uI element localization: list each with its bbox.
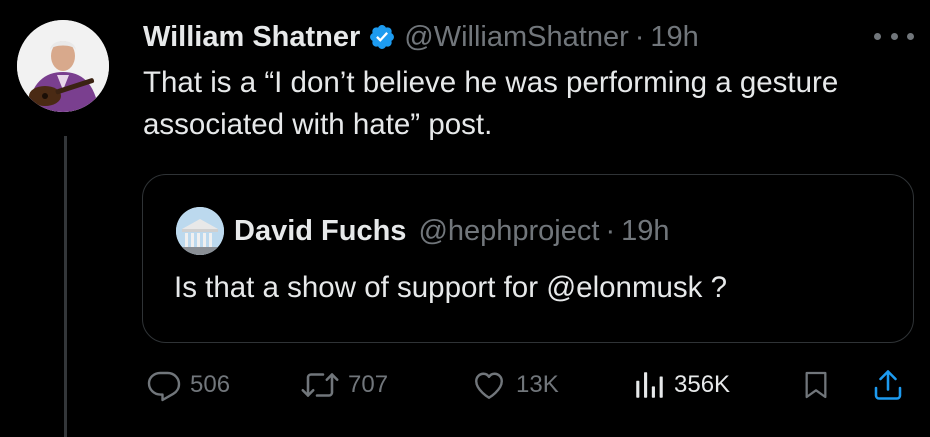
quoted-author-avatar	[176, 207, 224, 255]
bookmark-icon	[800, 367, 832, 403]
more-icon[interactable]	[874, 28, 914, 44]
quoted-tweet-time[interactable]: 19h	[621, 215, 669, 248]
share-icon	[870, 367, 906, 403]
tweet: William Shatner @WilliamShatner · 19h Th…	[0, 0, 930, 437]
reply-button[interactable]: 506	[146, 360, 230, 410]
avatar-image	[17, 20, 109, 112]
repost-icon	[300, 367, 340, 403]
quoted-author-display-name[interactable]: David Fuchs	[234, 215, 406, 248]
tweet-header: William Shatner @WilliamShatner · 19h	[143, 16, 699, 58]
quoted-tweet-header: David Fuchs @hephproject · 19h	[234, 209, 670, 253]
like-button[interactable]: 13K	[470, 360, 559, 410]
author-handle[interactable]: @WilliamShatner	[404, 21, 628, 54]
verified-badge-icon	[368, 23, 396, 51]
separator-dot: ·	[605, 214, 616, 247]
author-display-name[interactable]: William Shatner	[143, 21, 360, 54]
like-count: 13K	[516, 371, 559, 398]
quoted-tweet[interactable]: David Fuchs @hephproject · 19h Is that a…	[142, 174, 914, 343]
repost-count: 707	[348, 371, 389, 398]
views-count: 356K	[674, 371, 731, 398]
tweet-text: That is a “I don’t believe he was perfor…	[143, 66, 839, 141]
more-dot	[907, 32, 914, 40]
reply-count: 506	[190, 371, 231, 398]
author-avatar[interactable]	[17, 20, 109, 112]
more-dot	[890, 32, 898, 40]
quoted-avatar-image	[176, 207, 224, 255]
more-dot	[874, 32, 881, 40]
repost-button[interactable]: 707	[300, 360, 388, 410]
action-bar: 506 707 13K 356K	[0, 360, 930, 410]
reply-icon	[146, 367, 182, 403]
share-button[interactable]	[870, 360, 906, 410]
quoted-tweet-text: Is that a show of support for @elonmusk …	[174, 271, 728, 304]
tweet-time[interactable]: 19h	[650, 21, 698, 54]
views-icon	[632, 367, 666, 403]
like-icon	[470, 367, 508, 403]
bookmark-button[interactable]	[800, 360, 832, 410]
views-button[interactable]: 356K	[632, 360, 730, 410]
separator-dot: ·	[634, 20, 645, 53]
quoted-author-handle[interactable]: @hephproject	[418, 215, 599, 248]
